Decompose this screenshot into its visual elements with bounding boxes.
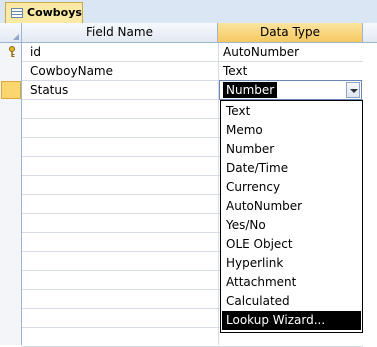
row-selector-column	[0, 43, 22, 345]
option-currency[interactable]: Currency	[222, 178, 361, 197]
option-hyperlink[interactable]: Hyperlink	[222, 254, 361, 273]
option-memo[interactable]: Memo	[222, 121, 361, 140]
option-text[interactable]: Text	[222, 102, 361, 121]
document-tabstrip: Cowboys	[0, 0, 377, 24]
row-selector-status[interactable]	[1, 81, 21, 99]
data-type-combobox[interactable]: Number	[219, 80, 362, 100]
data-type-dropdown-list: Text Memo Number Date/Time Currency Auto…	[220, 100, 363, 333]
tab-label: Cowboys	[27, 6, 82, 19]
option-calculated[interactable]: Calculated	[222, 292, 361, 311]
column-header-data-type[interactable]: Data Type	[218, 23, 363, 42]
option-yes-no[interactable]: Yes/No	[222, 216, 361, 235]
option-number[interactable]: Number	[222, 140, 361, 159]
select-all-corner[interactable]	[0, 23, 22, 42]
primary-key-icon	[9, 46, 15, 57]
option-date-time[interactable]: Date/Time	[222, 159, 361, 178]
row-selector-id[interactable]	[1, 43, 21, 61]
table-row[interactable]: id AutoNumber	[22, 43, 363, 62]
option-attachment[interactable]: Attachment	[222, 273, 361, 292]
data-type-cell[interactable]: Text	[223, 64, 247, 78]
field-name-cell[interactable]: Status	[30, 83, 68, 97]
table-row[interactable]: CowboyName Text	[22, 62, 363, 81]
field-name-cell[interactable]: id	[30, 45, 41, 59]
grid-header: Field Name Data Type	[0, 23, 377, 43]
field-name-cell[interactable]: CowboyName	[30, 64, 113, 78]
row-selector-cowboyname[interactable]	[1, 62, 21, 80]
column-header-field-name[interactable]: Field Name	[22, 23, 218, 42]
option-ole-object[interactable]: OLE Object	[222, 235, 361, 254]
option-autonumber[interactable]: AutoNumber	[222, 197, 361, 216]
option-lookup-wizard[interactable]: Lookup Wizard...	[222, 311, 361, 330]
data-type-cell[interactable]: AutoNumber	[223, 45, 299, 59]
table-icon	[11, 8, 23, 18]
chevron-down-icon[interactable]	[346, 82, 360, 98]
tab-cowboys[interactable]: Cowboys	[5, 2, 83, 23]
combobox-selected-value: Number	[223, 82, 278, 98]
